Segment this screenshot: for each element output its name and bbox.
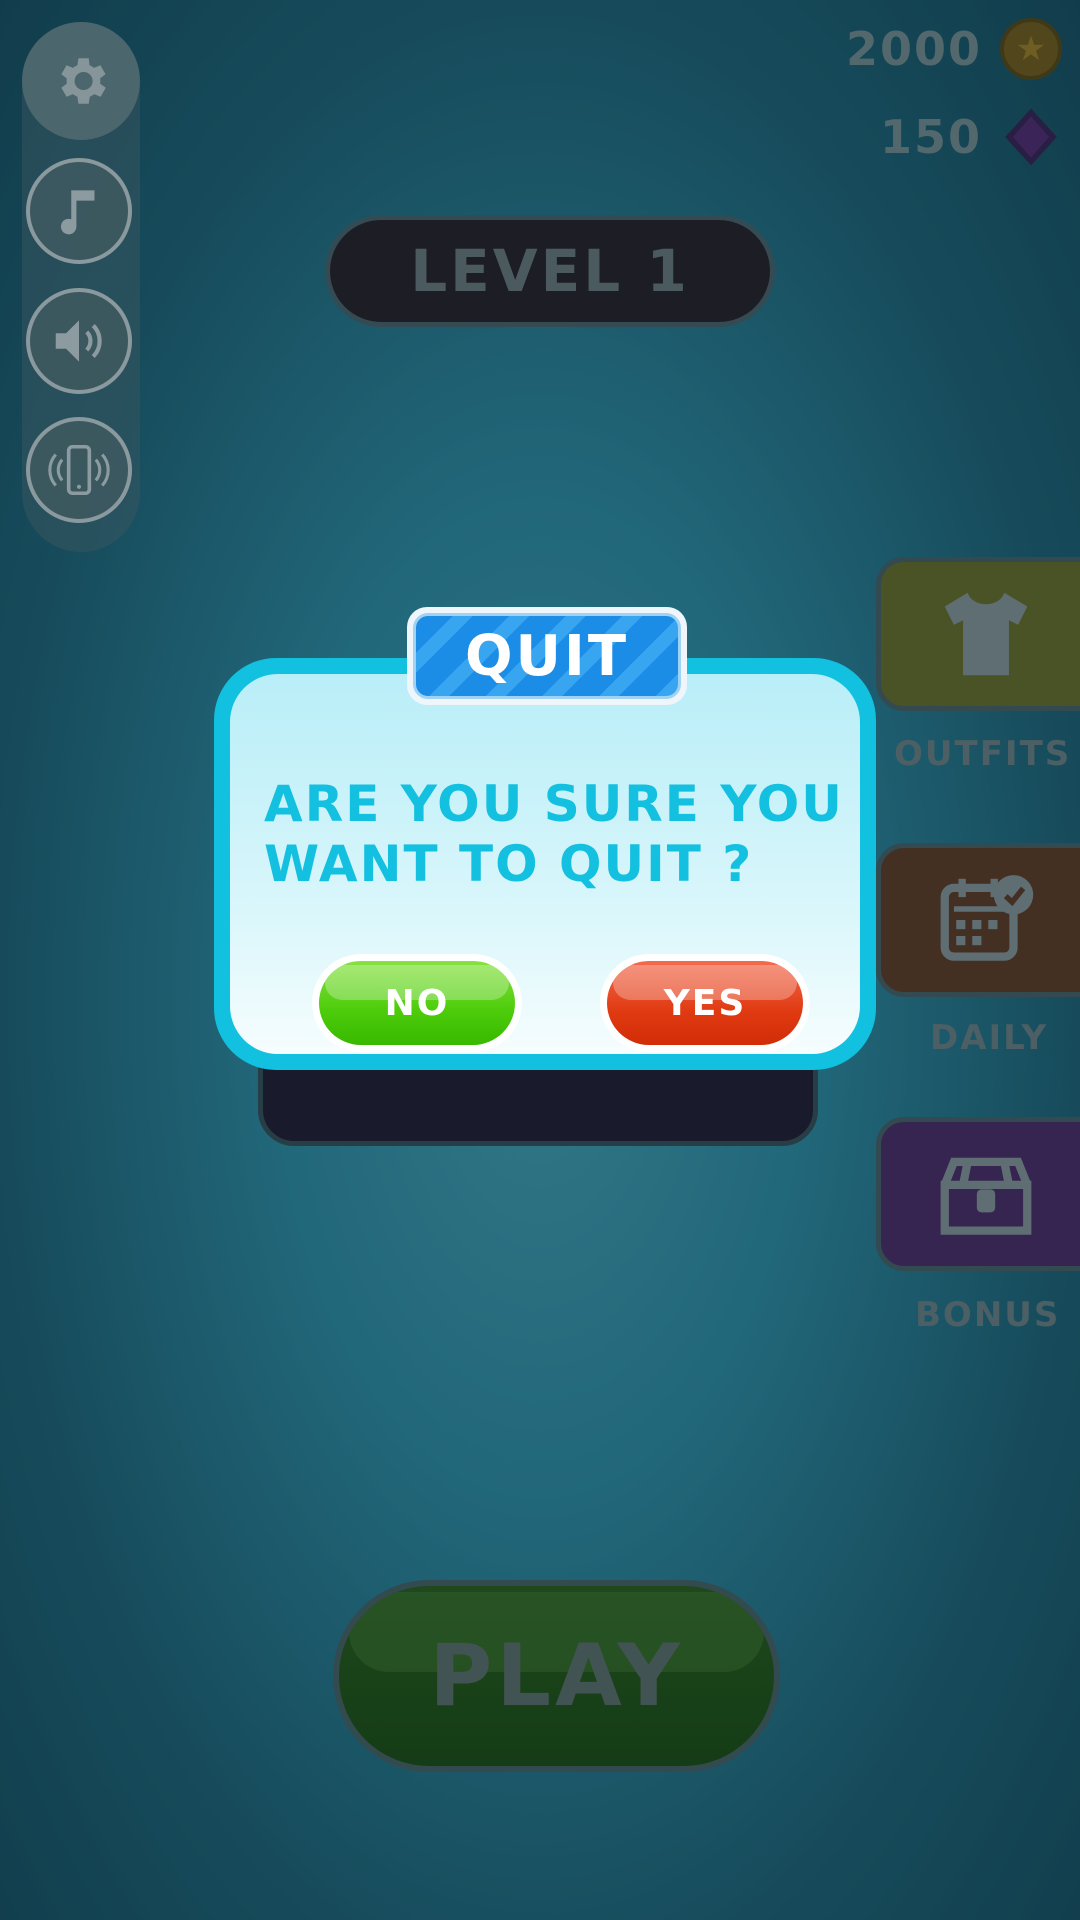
no-button-face: NO	[319, 961, 515, 1045]
no-label: NO	[384, 982, 450, 1024]
quit-title-tab: QUIT	[407, 607, 687, 705]
quit-dialog-body: ARE YOU SURE YOU WANT TO QUIT ? NO YES	[230, 674, 860, 1054]
yes-button[interactable]: YES	[600, 954, 810, 1052]
yes-label: YES	[663, 982, 747, 1024]
quit-title: QUIT	[464, 623, 630, 689]
no-button[interactable]: NO	[312, 954, 522, 1052]
yes-button-face: YES	[607, 961, 803, 1045]
quit-question: ARE YOU SURE YOU WANT TO QUIT ?	[264, 775, 844, 893]
quit-title-banner: QUIT	[413, 613, 681, 699]
quit-dialog: ARE YOU SURE YOU WANT TO QUIT ? NO YES	[214, 658, 876, 1070]
